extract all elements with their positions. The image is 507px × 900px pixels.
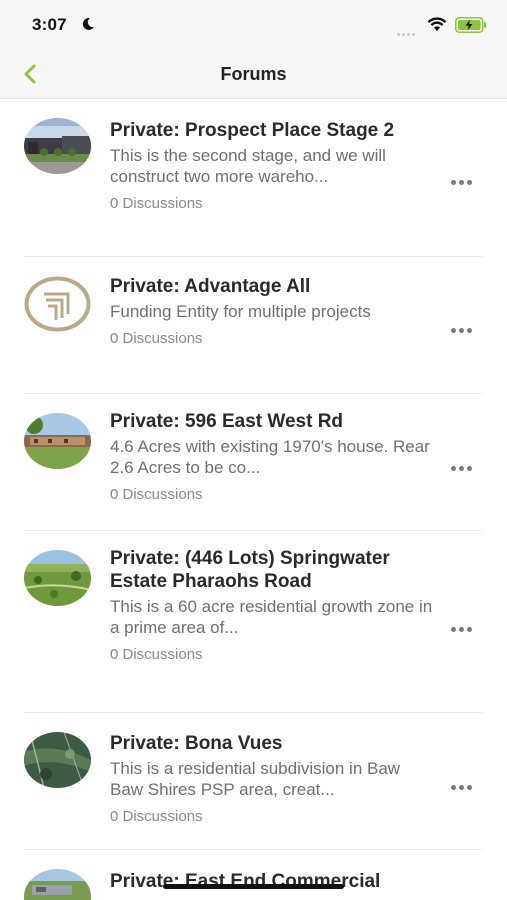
more-options-button[interactable] (451, 172, 477, 186)
forum-description: This is a residential subdivision in Baw… (110, 759, 401, 799)
forum-description: Funding Entity for multiple projects (110, 302, 371, 321)
more-options-button[interactable] (451, 777, 477, 791)
more-dot-icon (459, 328, 464, 333)
more-options-button[interactable] (451, 619, 477, 633)
status-bar: 3:07 (0, 0, 507, 50)
forum-description: This is a 60 acre residential growth zon… (110, 597, 433, 637)
status-time: 3:07 (32, 15, 67, 34)
more-dot-icon (467, 785, 472, 790)
more-dot-icon (459, 627, 464, 632)
forum-title: Private: Prospect Place Stage 2 (110, 120, 395, 141)
forum-description: This is the second stage, and we will co… (110, 146, 386, 186)
discussion-count: 0 Discussions (110, 808, 203, 825)
forum-list-item[interactable]: Private: 596 East West Rd 4.6 Acres with… (24, 394, 483, 531)
more-dot-icon (451, 328, 456, 333)
forum-thumbnail (24, 550, 91, 606)
more-dot-icon (459, 785, 464, 790)
forum-list: Private: Prospect Place Stage 2 This is … (0, 100, 507, 900)
forum-title: Private: (446 Lots) Springwater Estate P… (110, 548, 390, 592)
signal-icon (397, 26, 417, 44)
forum-title: Private: 596 East West Rd (110, 411, 344, 432)
wifi-icon (427, 17, 447, 31)
forum-title: Private: East End Commercial (110, 871, 381, 892)
moon-icon (82, 17, 94, 30)
discussion-count: 0 Discussions (110, 330, 203, 347)
more-dot-icon (451, 180, 456, 185)
forum-list-item[interactable]: Private: (446 Lots) Springwater Estate P… (24, 531, 483, 713)
home-indicator[interactable] (163, 884, 344, 889)
forum-description: 4.6 Acres with existing 1970's house. Re… (110, 437, 430, 477)
more-dot-icon (451, 627, 456, 632)
nav-bar: Forums (0, 50, 507, 99)
battery-charging-icon (455, 17, 487, 33)
forum-thumbnail (24, 869, 91, 900)
forum-list-item[interactable]: Private: Advantage All Funding Entity fo… (24, 257, 483, 394)
more-dot-icon (467, 180, 472, 185)
more-dot-icon (451, 466, 456, 471)
discussion-count: 0 Discussions (110, 646, 203, 663)
forum-thumbnail (24, 732, 91, 788)
more-dot-icon (451, 785, 456, 790)
forum-list-item[interactable]: Private: Bona Vues This is a residential… (24, 713, 483, 850)
more-dot-icon (459, 180, 464, 185)
forum-thumbnail (24, 413, 91, 469)
forum-title: Private: Advantage All (110, 276, 311, 297)
forum-thumbnail (24, 276, 91, 332)
page-title: Forums (220, 64, 287, 84)
more-dot-icon (467, 627, 472, 632)
forum-list-item[interactable]: Private: East End Commercial (24, 850, 483, 900)
more-dot-icon (459, 466, 464, 471)
more-options-button[interactable] (451, 320, 477, 334)
more-options-button[interactable] (451, 458, 477, 472)
discussion-count: 0 Discussions (110, 195, 203, 212)
more-dot-icon (467, 466, 472, 471)
discussion-count: 0 Discussions (110, 486, 203, 503)
more-dot-icon (467, 328, 472, 333)
forum-thumbnail (24, 118, 91, 174)
forum-title: Private: Bona Vues (110, 733, 283, 754)
forum-list-item[interactable]: Private: Prospect Place Stage 2 This is … (24, 100, 483, 257)
